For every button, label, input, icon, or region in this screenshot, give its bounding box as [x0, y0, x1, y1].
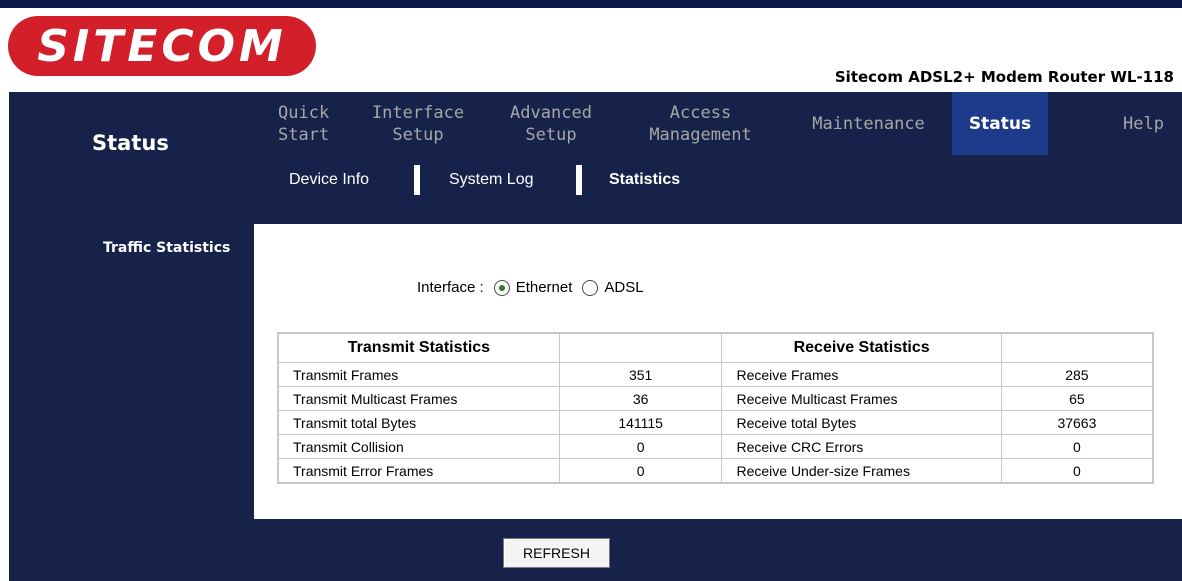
- table-row: Transmit total Bytes 141115 Receive tota…: [277, 410, 1154, 435]
- table-row: Transmit Multicast Frames 36 Receive Mul…: [277, 386, 1154, 411]
- radio-adsl-label: ADSL: [604, 279, 644, 296]
- tab-access-management[interactable]: Access Management: [628, 92, 773, 155]
- table-row: Transmit Frames 351 Receive Frames 285: [277, 362, 1154, 387]
- sidebar-section-traffic-statistics: Traffic Statistics: [103, 240, 231, 256]
- receive-header: Receive Statistics: [721, 332, 1002, 363]
- subtab-statistics[interactable]: Statistics: [609, 171, 680, 189]
- rx-value: 0: [1000, 434, 1154, 459]
- tx-value: 0: [558, 434, 723, 459]
- tab-interface-setup[interactable]: Interface Setup: [368, 92, 468, 155]
- logo-text: SITECOM: [37, 20, 287, 72]
- top-bar: [0, 0, 1182, 8]
- transmit-header: Transmit Statistics: [277, 332, 560, 363]
- rx-label: Receive CRC Errors: [721, 434, 1002, 459]
- tab-status[interactable]: Status: [952, 92, 1048, 155]
- header-blank: [1000, 332, 1154, 363]
- tx-value: 0: [558, 458, 723, 484]
- table-header-row: Transmit Statistics Receive Statistics: [277, 332, 1154, 363]
- rx-value: 65: [1000, 386, 1154, 411]
- statistics-table: Transmit Statistics Receive Statistics T…: [277, 332, 1154, 484]
- subnav-divider: [414, 165, 420, 195]
- tx-value: 141115: [558, 410, 723, 435]
- rx-label: Receive total Bytes: [721, 410, 1002, 435]
- tab-maintenance[interactable]: Maintenance: [796, 92, 941, 155]
- tab-advanced-setup[interactable]: Advanced Setup: [496, 92, 606, 155]
- radio-adsl[interactable]: [582, 279, 599, 296]
- rx-value: 285: [1000, 362, 1154, 387]
- subnav-divider: [576, 165, 582, 195]
- sidebar-title: Status: [92, 131, 169, 155]
- tab-help[interactable]: Help: [1070, 92, 1164, 155]
- model-name: Sitecom ADSL2+ Modem Router WL-118: [834, 68, 1174, 86]
- sitecom-logo: SITECOM: [8, 16, 316, 76]
- header-blank: [558, 332, 723, 363]
- interface-selector: Interface : Ethernet ADSL: [417, 279, 644, 296]
- table-row: Transmit Collision 0 Receive CRC Errors …: [277, 434, 1154, 459]
- tx-label: Transmit Multicast Frames: [277, 386, 560, 411]
- refresh-button[interactable]: REFRESH: [503, 538, 610, 568]
- subtab-device-info[interactable]: Device Info: [289, 171, 369, 189]
- tx-value: 36: [558, 386, 723, 411]
- radio-ethernet-label: Ethernet: [515, 279, 573, 296]
- table-row: Transmit Error Frames 0 Receive Under-si…: [277, 458, 1154, 484]
- tab-quick-start[interactable]: Quick Start: [278, 92, 358, 155]
- radio-ethernet[interactable]: [493, 279, 510, 296]
- tx-value: 351: [558, 362, 723, 387]
- tx-label: Transmit Collision: [277, 434, 560, 459]
- rx-label: Receive Under-size Frames: [721, 458, 1002, 484]
- interface-label: Interface :: [417, 279, 484, 296]
- tx-label: Transmit Error Frames: [277, 458, 560, 484]
- tx-label: Transmit Frames: [277, 362, 560, 387]
- rx-value: 0: [1000, 458, 1154, 484]
- rx-label: Receive Frames: [721, 362, 1002, 387]
- rx-value: 37663: [1000, 410, 1154, 435]
- subtab-system-log[interactable]: System Log: [449, 171, 533, 189]
- rx-label: Receive Multicast Frames: [721, 386, 1002, 411]
- sidebar: [9, 92, 254, 581]
- tx-label: Transmit total Bytes: [277, 410, 560, 435]
